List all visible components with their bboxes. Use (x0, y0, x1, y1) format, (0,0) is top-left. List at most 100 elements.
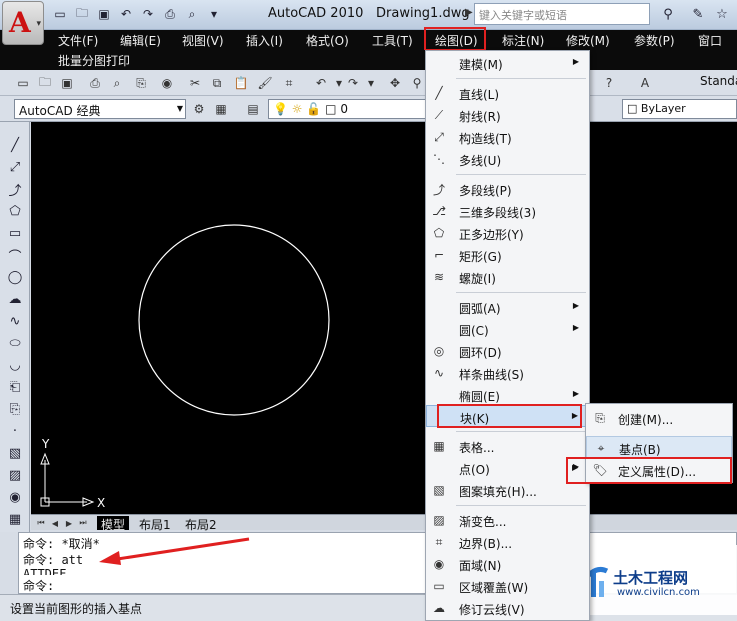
menu-item-arc[interactable]: 圆弧(A) ▶ (426, 296, 589, 318)
help-icon[interactable]: ? (600, 74, 618, 92)
print-preview-icon[interactable]: ⌕ (108, 74, 126, 92)
workspace-settings-icon[interactable]: ▦ (212, 100, 230, 118)
tools-icon[interactable]: ✎ (688, 4, 708, 24)
chevron-down-icon[interactable]: ▾ (362, 74, 380, 92)
polyline-icon[interactable]: ⤴ (6, 180, 24, 199)
spline-icon[interactable]: ∿ (6, 312, 24, 330)
workspace-select[interactable]: AutoCAD 经典 ▼ (14, 99, 186, 119)
menu-item-donut[interactable]: ◎ 圆环(D) (426, 340, 589, 362)
menu-window[interactable]: 窗口 (698, 32, 722, 49)
search-input[interactable]: 键入关键字或短语 (474, 3, 650, 25)
match-properties-icon[interactable]: 🖌 (256, 74, 274, 92)
block-editor-icon[interactable]: ⌗ (280, 74, 298, 92)
menu-item-circle[interactable]: 圆(C) ▶ (426, 318, 589, 340)
star-icon[interactable]: ☆ (712, 4, 732, 24)
menu-item-polygon[interactable]: ⬠ 正多边形(Y) (426, 222, 589, 244)
menu-item-line[interactable]: ╱ 直线(L) (426, 82, 589, 104)
layer-manager-icon[interactable]: ▤ (244, 100, 262, 118)
menu-item-ray[interactable]: ⟋ 射线(R) (426, 104, 589, 126)
publish-icon[interactable]: ⎘ (132, 74, 150, 92)
make-block-icon[interactable]: ⎘ (6, 400, 24, 418)
circle-icon[interactable]: ◯ (6, 268, 24, 286)
last-tab-icon[interactable]: ⏭ (77, 517, 89, 529)
search-expand-icon[interactable]: ▶ (465, 7, 473, 18)
menu-item-table[interactable]: ▦ 表格... (426, 435, 589, 457)
cut-icon[interactable]: ✂ (186, 74, 204, 92)
menu-format[interactable]: 格式(O) (306, 32, 349, 49)
menu-file[interactable]: 文件(F) (58, 32, 98, 49)
text-style-select[interactable]: Standa (700, 74, 737, 88)
hatch-icon[interactable]: ▧ (6, 444, 24, 462)
menu-item-revcloud[interactable]: ☁ 修订云线(V) (426, 597, 589, 619)
menu-item-hatch[interactable]: ▧ 图案填充(H)... (426, 479, 589, 501)
pan-icon[interactable]: ✥ (386, 74, 404, 92)
circle-object[interactable] (138, 224, 330, 416)
submenu-item-base-point[interactable]: ⌖ 基点(B) (586, 436, 732, 458)
next-tab-icon[interactable]: ▶ (63, 517, 75, 529)
menu-item-ellipse[interactable]: 椭圆(E) ▶ (426, 384, 589, 406)
region-icon[interactable]: ◉ (6, 488, 24, 506)
menu-item-spline[interactable]: ∿ 样条曲线(S) (426, 362, 589, 384)
paste-icon[interactable]: 📋 (232, 74, 250, 92)
menu-modify[interactable]: 修改(M) (566, 32, 610, 49)
binoculars-icon[interactable]: ⚲ (658, 4, 678, 24)
layer-select[interactable]: 💡 ☼ 🔓 □ 0 (268, 99, 426, 119)
print-preview-icon[interactable]: ⌕ (182, 5, 202, 23)
menu-tools[interactable]: 工具(T) (372, 32, 413, 49)
command-input[interactable]: 命令: (23, 577, 54, 594)
prev-tab-icon[interactable]: ◀ (49, 517, 61, 529)
menu-item-rectangle[interactable]: ⌐ 矩形(G) (426, 244, 589, 266)
polygon-icon[interactable]: ⬠ (6, 202, 24, 220)
dropdown-icon[interactable]: ▾ (204, 5, 224, 23)
rectangle-icon[interactable]: ▭ (6, 224, 24, 242)
application-menu-button[interactable]: A ▾ (2, 1, 44, 45)
save-icon[interactable]: ▣ (94, 5, 114, 23)
menu-item-point[interactable]: 点(O) ▶ (426, 457, 589, 479)
gradient-icon[interactable]: ▨ (6, 466, 24, 484)
xline-icon[interactable]: ⤢ (6, 158, 24, 176)
insert-block-icon[interactable]: ⎗ (6, 378, 24, 396)
menu-item-helix[interactable]: ≋ 螺旋(I) (426, 266, 589, 288)
tab-model[interactable]: 模型 (97, 516, 130, 532)
undo-icon[interactable]: ↶ (312, 74, 330, 92)
menu-item-wipeout[interactable]: ▭ 区域覆盖(W) (426, 575, 589, 597)
zoom-icon[interactable]: ⚲ (408, 74, 426, 92)
ellipse-arc-icon[interactable]: ◡ (6, 356, 24, 374)
tab-layout2[interactable]: 布局2 (181, 516, 221, 532)
new-icon[interactable]: ▭ (50, 5, 70, 23)
text-style-icon[interactable]: A (636, 74, 654, 92)
menu-insert[interactable]: 插入(I) (246, 32, 283, 49)
tab-layout1[interactable]: 布局1 (135, 516, 175, 532)
new-icon[interactable]: ▭ (14, 74, 32, 92)
menu-view[interactable]: 视图(V) (182, 32, 224, 49)
revcloud-icon[interactable]: ☁ (6, 290, 24, 308)
menu-item-3dpoly[interactable]: ⎇ 三维多段线(3) (426, 200, 589, 222)
arc-icon[interactable]: ⌒ (6, 246, 24, 265)
first-tab-icon[interactable]: ⏮ (35, 517, 47, 529)
menu-item-region[interactable]: ◉ 面域(N) (426, 553, 589, 575)
menu-item-xline[interactable]: ⤢ 构造线(T) (426, 126, 589, 148)
redo-icon[interactable]: ↷ (344, 74, 362, 92)
menu-item-polyline[interactable]: ⤴ 多段线(P) (426, 178, 589, 200)
open-icon[interactable]: 🗀 (36, 74, 54, 92)
ellipse-icon[interactable]: ⬭ (6, 334, 24, 352)
menu-edit[interactable]: 编辑(E) (120, 32, 161, 49)
undo-icon[interactable]: ↶ (116, 5, 136, 23)
copy-icon[interactable]: ⧉ (208, 74, 226, 92)
menu-item-gradient[interactable]: ▨ 渐变色... (426, 509, 589, 531)
point-icon[interactable]: · (6, 422, 24, 440)
submenu-item-create[interactable]: ⎘ 创建(M)... (586, 407, 732, 429)
plot-icon[interactable]: ⎙ (86, 74, 104, 92)
menu-item-modeling[interactable]: 建模(M) ▶ (426, 52, 589, 74)
gear-icon[interactable]: ⚙ (190, 100, 208, 118)
save-icon[interactable]: ▣ (58, 74, 76, 92)
plot-icon[interactable]: ⎙ (160, 5, 180, 23)
color-select[interactable]: □ ByLayer (622, 99, 737, 119)
menu-item-mline[interactable]: ⋱ 多线(U) (426, 148, 589, 170)
menu-item-boundary[interactable]: ⌗ 边界(B)... (426, 531, 589, 553)
table-icon[interactable]: ▦ (6, 510, 24, 528)
menu-dimension[interactable]: 标注(N) (502, 32, 544, 49)
line-icon[interactable]: ╱ (6, 136, 24, 154)
redo-icon[interactable]: ↷ (138, 5, 158, 23)
3d-dwf-icon[interactable]: ◉ (158, 74, 176, 92)
